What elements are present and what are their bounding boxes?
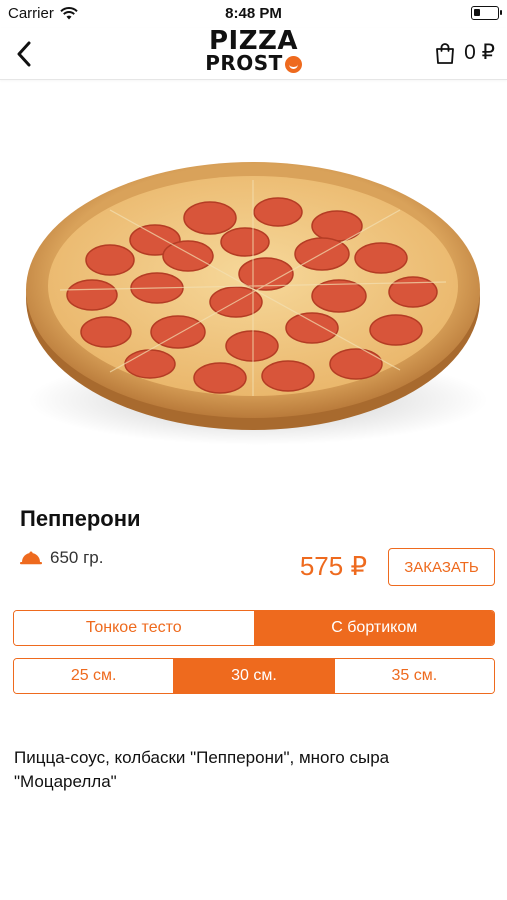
battery-level <box>474 9 480 16</box>
crust-option-stuffed[interactable]: С бортиком <box>254 611 494 645</box>
weight-value: 650 гр. <box>50 548 104 567</box>
cart-button[interactable]: 0 ₽ <box>434 40 495 65</box>
size-option-25[interactable]: 25 см. <box>14 659 175 693</box>
logo-smile-icon <box>284 55 302 73</box>
pizza-prosto-logo: PIZZA PROST <box>0 26 507 76</box>
product-description: Пицца-соус, колбаски "Пепперони", много … <box>14 748 390 791</box>
status-bar: Carrier 8:48 PM <box>0 0 507 28</box>
order-button[interactable]: ЗАКАЗАТЬ <box>388 548 495 586</box>
pepperoni-pizza-image <box>26 162 488 445</box>
status-time: 8:48 PM <box>225 5 282 22</box>
crust-selector: Тонкое тесто С бортиком <box>13 610 495 646</box>
size-option-35[interactable]: 35 см. <box>334 659 494 693</box>
crust-option-thin[interactable]: Тонкое тесто <box>14 611 255 645</box>
product-image <box>0 150 507 460</box>
product-weight: 650 гр. <box>20 548 103 568</box>
product-title: Пепперони <box>20 506 141 531</box>
cart-total: 0 ₽ <box>464 41 495 64</box>
battery-icon <box>471 6 502 20</box>
logo-line2: PROST <box>205 51 283 75</box>
logo-line1: PIZZA <box>208 26 299 56</box>
product-price: 575 ₽ <box>299 551 367 581</box>
logo-line2-wrap: PROST <box>205 52 302 74</box>
shopping-bag-icon <box>436 42 455 64</box>
nav-bar: PIZZA PROST 0 ₽ <box>0 28 507 80</box>
size-option-30[interactable]: 30 см. <box>174 659 335 693</box>
dish-cloche-icon <box>20 551 42 565</box>
size-selector: 25 см. 30 см. 35 см. <box>13 658 495 694</box>
